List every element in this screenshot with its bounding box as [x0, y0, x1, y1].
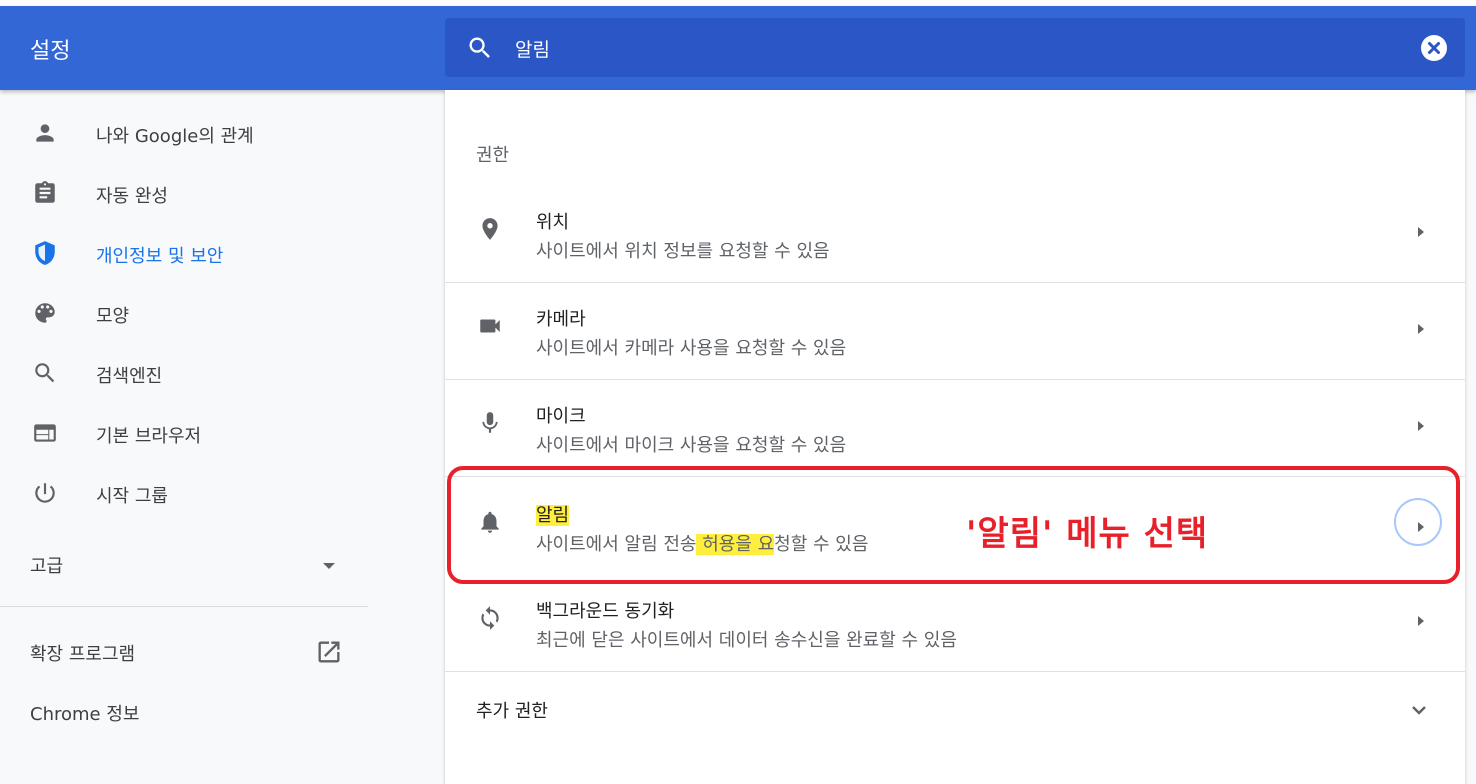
bell-icon — [481, 511, 499, 533]
sidebar-item-extensions[interactable]: 확장 프로그램 — [0, 628, 368, 676]
permission-row-background-sync[interactable]: 백그라운드 동기화 최근에 닫은 사이트에서 데이터 송수신을 완료할 수 있음 — [445, 575, 1465, 672]
search-input[interactable]: 알림 — [515, 35, 550, 62]
person-icon — [36, 124, 54, 142]
permission-row-camera[interactable]: 카메라 사이트에서 카메라 사용을 요청할 수 있음 — [445, 283, 1465, 380]
sidebar-item-label: 검색엔진 — [96, 366, 163, 387]
search-box[interactable]: 알림 — [445, 18, 1465, 77]
subtitle-part: 청할 수 있음 — [774, 534, 869, 555]
sidebar-item-label: 모양 — [96, 306, 130, 327]
additional-permissions-label: 추가 권한 — [476, 701, 548, 722]
arrow-right-icon — [1418, 227, 1424, 237]
location-pin-icon — [482, 218, 498, 240]
clipboard-icon — [35, 181, 55, 203]
open-in-new-icon — [318, 641, 340, 663]
permission-subtitle: 사이트에서 마이크 사용을 요청할 수 있음 — [536, 435, 847, 456]
sidebar-item-label: 자동 완성 — [96, 186, 168, 207]
chevron-down-icon — [1412, 706, 1426, 715]
search-icon — [35, 363, 55, 383]
annotation-text: '알림' 메뉴 선택 — [966, 514, 1209, 554]
sidebar-item-on-startup[interactable]: 시작 그룹 — [0, 464, 368, 520]
permission-title: 마이크 — [536, 406, 586, 427]
settings-content: 권한 위치 사이트에서 위치 정보를 요청할 수 있음 카메라 사이트에서 카메… — [445, 90, 1465, 784]
microphone-icon — [482, 412, 498, 433]
extensions-label: 확장 프로그램 — [30, 644, 136, 665]
arrow-right-icon — [1418, 324, 1424, 334]
sidebar-item-label: 개인정보 및 보안 — [96, 246, 224, 267]
permission-row-notifications[interactable]: 알림 사이트에서 알림 전송 허용을 요청할 수 있음 — [445, 479, 1465, 575]
settings-header: 설정 알림 — [0, 6, 1476, 90]
browser-window-icon — [34, 424, 56, 442]
permission-title: 백그라운드 동기화 — [536, 601, 675, 622]
permission-subtitle: 사이트에서 카메라 사용을 요청할 수 있음 — [536, 338, 847, 359]
sync-icon — [481, 606, 499, 630]
advanced-toggle[interactable]: 고급 — [0, 542, 368, 590]
sidebar-item-search-engine[interactable]: 검색엔진 — [0, 344, 368, 400]
permission-title: 위치 — [536, 212, 570, 233]
sidebar-item-autofill[interactable]: 자동 완성 — [0, 164, 368, 220]
sidebar-item-about-chrome[interactable]: Chrome 정보 — [0, 688, 368, 736]
sidebar-item-appearance[interactable]: 모양 — [0, 284, 368, 340]
permission-subtitle: 최근에 닫은 사이트에서 데이터 송수신을 완료할 수 있음 — [536, 630, 957, 651]
sidebar-item-default-browser[interactable]: 기본 브라우저 — [0, 404, 368, 460]
camera-icon — [480, 319, 500, 333]
permission-title: 알림 — [536, 501, 570, 527]
additional-permissions-row[interactable]: 추가 권한 — [445, 674, 1465, 744]
permission-row-microphone[interactable]: 마이크 사이트에서 마이크 사용을 요청할 수 있음 — [445, 380, 1465, 477]
sidebar-item-label: 시작 그룹 — [96, 486, 168, 507]
sidebar-item-you-and-google[interactable]: 나와 Google의 관계 — [0, 104, 368, 160]
sidebar-divider — [0, 606, 368, 607]
power-icon — [35, 483, 55, 503]
sidebar-item-label: 나와 Google의 관계 — [96, 126, 254, 147]
clear-search-button[interactable] — [1421, 35, 1447, 61]
arrow-right-icon — [1418, 616, 1424, 626]
subtitle-part: 사이트에서 알림 전송 — [536, 534, 697, 555]
permission-subtitle: 사이트에서 알림 전송 허용을 요청할 수 있음 — [536, 530, 868, 556]
sidebar-item-label: 기본 브라우저 — [96, 426, 202, 447]
shield-icon — [35, 241, 55, 265]
search-icon — [469, 37, 490, 58]
permission-row-location[interactable]: 위치 사이트에서 위치 정보를 요청할 수 있음 — [445, 186, 1465, 283]
page-title: 설정 — [30, 39, 71, 64]
arrow-right-icon — [1418, 522, 1424, 532]
search-highlight: 알림 — [536, 505, 570, 526]
dropdown-arrow-icon — [323, 563, 335, 569]
palette-icon — [35, 303, 55, 323]
section-title: 권한 — [476, 145, 510, 166]
advanced-label: 고급 — [30, 556, 64, 577]
permission-subtitle: 사이트에서 위치 정보를 요청할 수 있음 — [536, 241, 830, 262]
close-icon — [1428, 42, 1440, 54]
sidebar: 나와 Google의 관계 자동 완성 개인정보 및 보안 모양 검색엔진 기본… — [0, 90, 368, 784]
sidebar-item-privacy-security[interactable]: 개인정보 및 보안 — [0, 224, 368, 280]
subtitle-highlight: 허용을 요 — [696, 534, 775, 555]
about-label: Chrome 정보 — [30, 704, 140, 725]
arrow-right-icon — [1418, 421, 1424, 431]
permission-title: 카메라 — [536, 309, 586, 330]
